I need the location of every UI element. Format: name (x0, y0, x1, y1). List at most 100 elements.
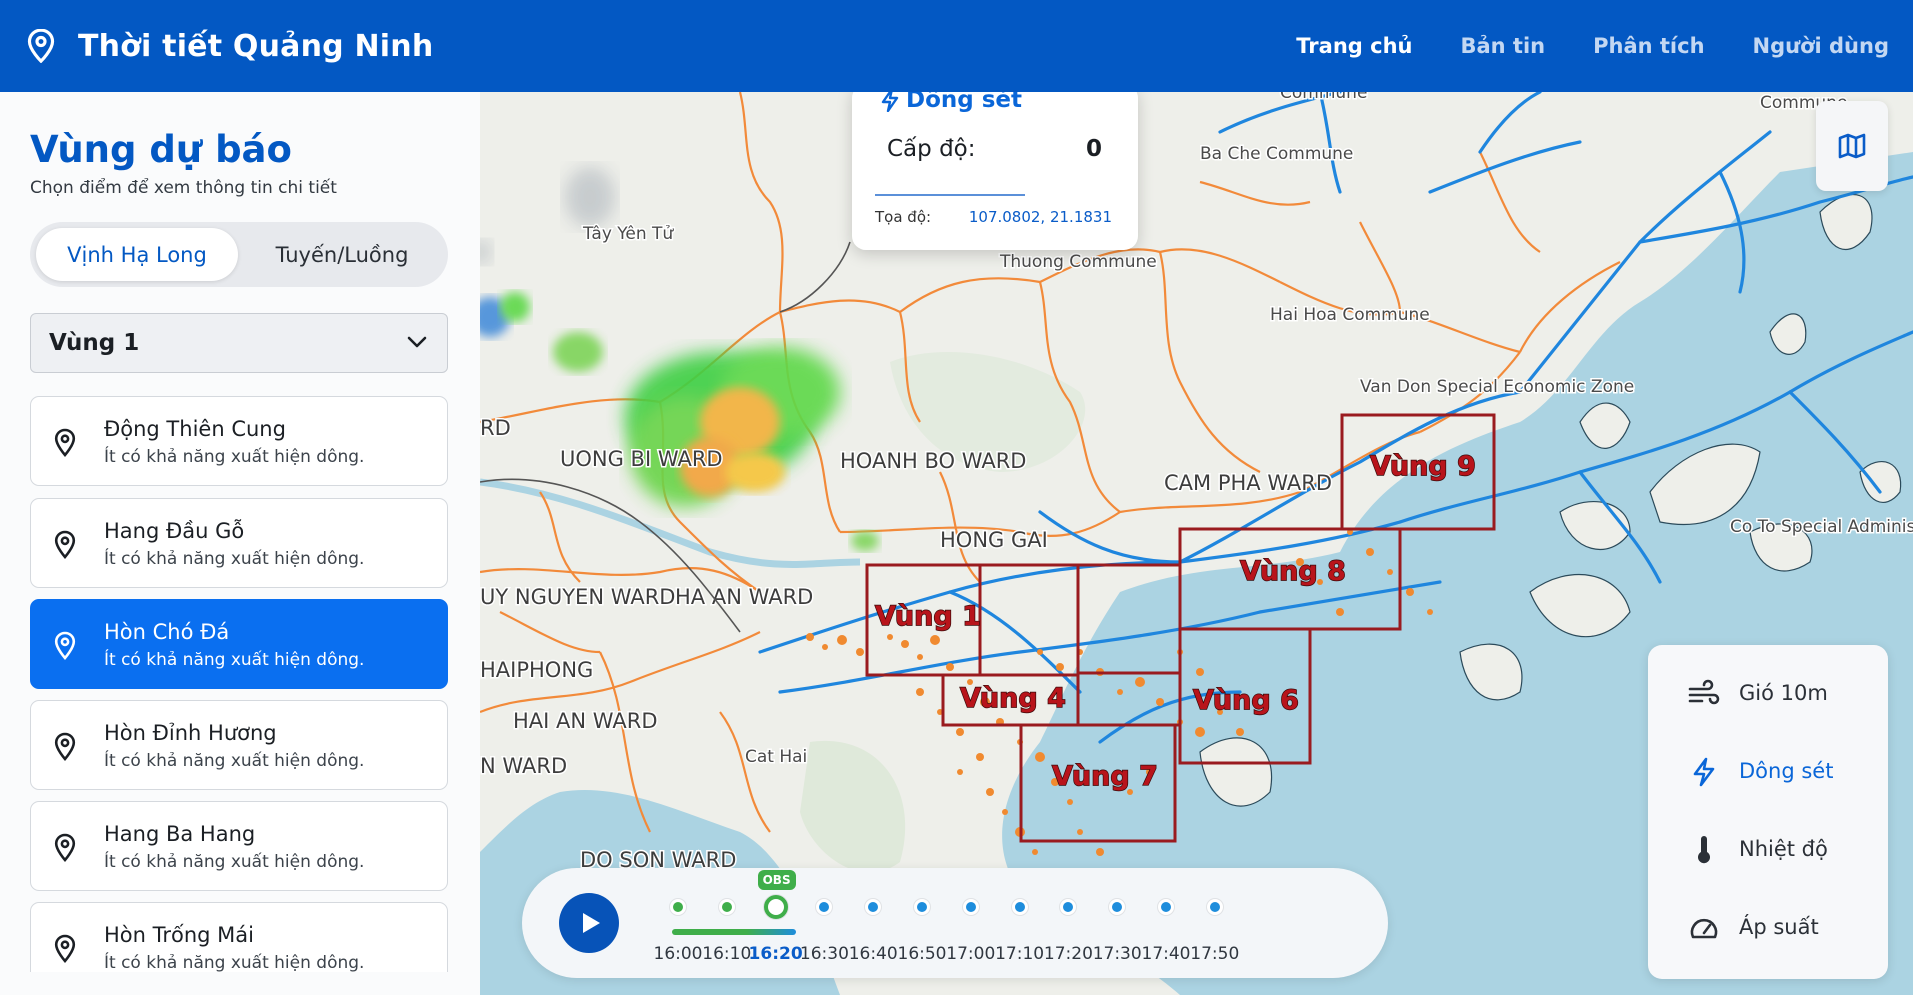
chevron-down-icon (407, 336, 427, 348)
layer-label: Áp suất (1739, 915, 1819, 939)
play-button[interactable] (559, 893, 619, 953)
location-pin-icon (54, 833, 76, 862)
zone-label: Vùng 9 (1370, 451, 1476, 482)
location-name: Động Thiên Cung (104, 417, 286, 441)
wind-icon (1688, 679, 1720, 705)
time-slider[interactable]: 16:00 16:10 OBS 16:20 16:30 16:40 16:50 17:00 17… (522, 868, 1388, 978)
thermometer-icon (1698, 836, 1710, 864)
coord-value: 107.0802, 21.1831 (968, 208, 1112, 226)
layer-label: Nhiệt độ (1739, 837, 1828, 861)
place-label: UONG BI WARD (560, 447, 723, 471)
location-desc: Ít có khả năng xuất hiện dông. (104, 953, 365, 972)
top-header: Thời tiết Quảng Ninh Trang chủ Bản tin P… (0, 0, 1913, 92)
place-label: CAM PHA WARD (1164, 471, 1332, 495)
location-name: Hang Đầu Gỗ (104, 519, 245, 543)
zone-label: Vùng 7 (1052, 761, 1158, 792)
place-label: Hai Hoa Commune (1270, 305, 1430, 325)
layer-label: Gió 10m (1739, 681, 1828, 705)
app-root: Thời tiết Quảng Ninh Trang chủ Bản tin P… (0, 0, 1913, 995)
level-value: 0 (1085, 136, 1102, 162)
lightning-icon (1693, 757, 1715, 787)
layer-wind[interactable]: Gió 10m (1648, 663, 1888, 723)
zone-select[interactable]: Vùng 1 (30, 313, 448, 373)
place-label: Thuong Commune (999, 252, 1157, 272)
tooltip-divider (875, 194, 1025, 196)
place-label: Co To Special Administrative Region (1730, 517, 1913, 537)
timeline-dot (1109, 899, 1126, 915)
location-name: Hòn Chó Đá (104, 620, 230, 644)
location-desc: Ít có khả năng xuất hiện dông. (104, 751, 365, 771)
location-desc: Ít có khả năng xuất hiện dông. (104, 650, 365, 670)
timeline-dot (763, 895, 788, 919)
location-name: Hòn Trống Mái (104, 923, 254, 947)
map-icon (1838, 133, 1866, 159)
timeline-dot (1206, 899, 1223, 915)
location-desc: Ít có khả năng xuất hiện dông. (104, 852, 365, 872)
list-item[interactable]: Hòn Trống Mái Ít có khả năng xuất hiện d… (30, 902, 448, 972)
list-item-selected[interactable]: Hòn Chó Đá Ít có khả năng xuất hiện dông… (30, 599, 448, 689)
nav-analysis[interactable]: Phân tích (1593, 34, 1704, 58)
place-label: HONG GAI (940, 528, 1048, 552)
place-label: HAI AN WARD (513, 709, 658, 733)
place-label: Commune (1280, 92, 1367, 103)
layer-temperature[interactable]: Nhiệt độ (1648, 819, 1888, 879)
coord-label: Tọa độ: (875, 208, 932, 226)
layer-label: Dông sét (1739, 759, 1834, 783)
timeline-dot (1011, 899, 1028, 915)
zone-label: Vùng 8 (1240, 556, 1346, 587)
tab-ha-long-bay[interactable]: Vịnh Hạ Long (36, 228, 238, 281)
map-style-button[interactable] (1816, 101, 1888, 191)
sidebar-subtitle: Chọn điểm để xem thông tin chi tiết (30, 178, 337, 198)
location-name: Hang Ba Hang (104, 822, 256, 846)
lightning-tooltip: Dông sét Cấp độ: 0 Tọa độ: 107.0802, 21.… (852, 84, 1138, 250)
nav-users[interactable]: Người dùng (1753, 34, 1889, 58)
location-name: Hòn Đỉnh Hương (104, 721, 277, 745)
timeline-dot (816, 899, 833, 915)
timeline-dot (914, 899, 930, 915)
location-desc: Ít có khả năng xuất hiện dông. (104, 447, 365, 467)
place-label: HAIPHONG (480, 658, 593, 682)
forecast-sidebar: Vùng dự báo Chọn điểm để xem thông tin c… (0, 92, 480, 995)
list-item[interactable]: Hòn Đỉnh Hương Ít có khả năng xuất hiện … (30, 700, 448, 790)
location-pin-icon (27, 29, 55, 63)
place-label: HOANH BO WARD (840, 449, 1026, 473)
place-label: HA AN WARD (675, 585, 813, 609)
timeline-dot (1060, 899, 1077, 915)
timeline-dot (718, 899, 735, 915)
layer-panel: Gió 10m Dông sét Nhiệt độ Áp suất (1648, 645, 1888, 979)
nav-home[interactable]: Trang chủ (1296, 34, 1412, 58)
location-pin-icon (54, 631, 76, 660)
timeline-tick[interactable]: 17:50 (1185, 868, 1245, 978)
location-pin-icon (54, 934, 76, 963)
brand[interactable]: Thời tiết Quảng Ninh (26, 29, 433, 64)
level-label: Cấp độ: (887, 136, 976, 162)
place-label: Tây Yên Tử (582, 224, 674, 244)
nav-bulletin[interactable]: Bản tin (1460, 34, 1545, 58)
place-label: Cat Hai (745, 747, 807, 767)
layer-lightning[interactable]: Dông sét (1648, 741, 1888, 801)
gauge-icon (1690, 918, 1718, 939)
location-pin-icon (54, 732, 76, 761)
obs-badge: OBS (757, 870, 796, 890)
place-label: RD (480, 416, 511, 440)
timeline-dot (670, 899, 686, 915)
location-pin-icon (54, 428, 76, 457)
play-icon (583, 913, 600, 933)
timeline-dot (1158, 899, 1174, 915)
zone-label: Vùng 4 (960, 683, 1066, 714)
place-label: Van Don Special Economic Zone (1360, 377, 1634, 397)
list-item[interactable]: Hang Đầu Gỗ Ít có khả năng xuất hiện dôn… (30, 498, 448, 588)
list-item[interactable]: Động Thiên Cung Ít có khả năng xuất hiện… (30, 396, 448, 486)
app-title: Thời tiết Quảng Ninh (78, 28, 434, 64)
location-desc: Ít có khả năng xuất hiện dông. (104, 549, 365, 569)
main-nav: Trang chủ Bản tin Phân tích Người dùng (1296, 0, 1889, 92)
location-list: Động Thiên Cung Ít có khả năng xuất hiện… (30, 396, 450, 972)
sidebar-title: Vùng dự báo (30, 128, 292, 171)
layer-pressure[interactable]: Áp suất (1648, 897, 1888, 957)
list-item[interactable]: Hang Ba Hang Ít có khả năng xuất hiện dô… (30, 801, 448, 891)
timeline-dot (962, 899, 979, 915)
place-label: UY NGUYEN WARD (480, 585, 675, 609)
tab-routes[interactable]: Tuyến/Luồng (242, 228, 442, 281)
timeline-dot (865, 899, 882, 915)
area-tabs: Vịnh Hạ Long Tuyến/Luồng (30, 222, 448, 287)
